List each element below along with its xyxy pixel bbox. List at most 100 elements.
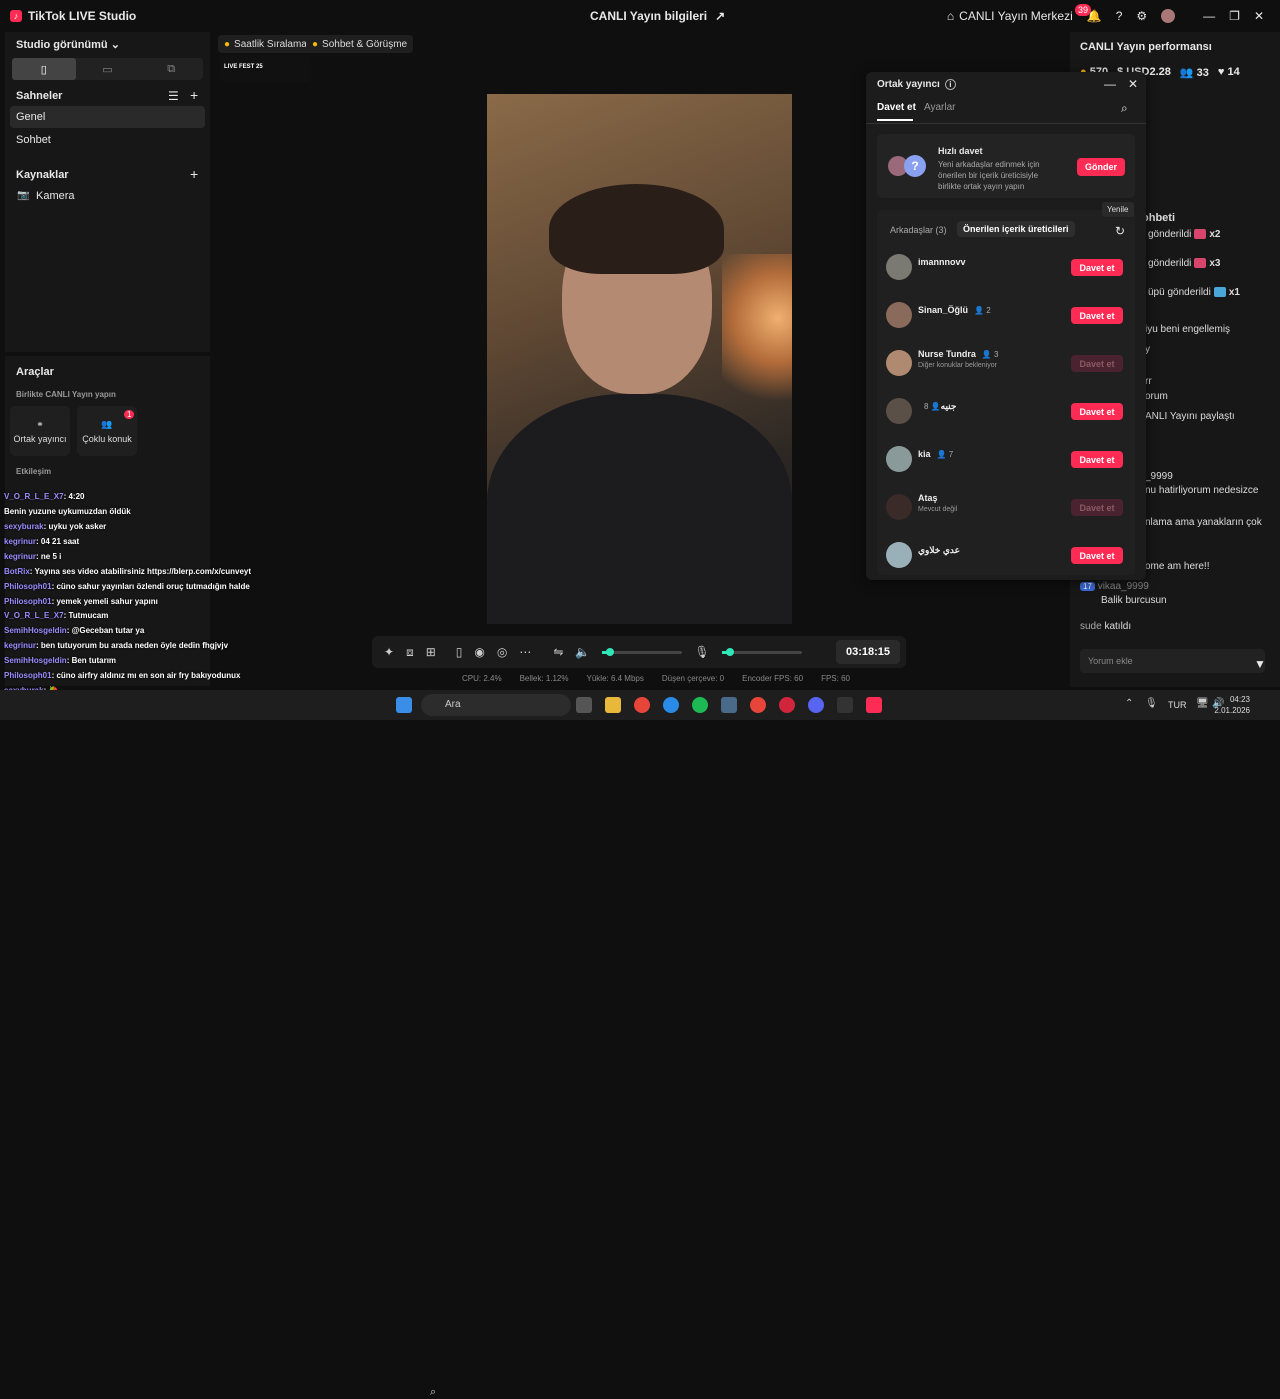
source-item-camera[interactable]: Kamera [10, 185, 205, 207]
steam-icon[interactable] [721, 697, 737, 713]
fire-icon: ● [224, 38, 231, 50]
comment-input[interactable]: Yorum ekle [1080, 649, 1265, 673]
spotify-icon[interactable] [692, 697, 708, 713]
tray-chevron-icon[interactable]: ⌃ [1125, 698, 1133, 709]
level-badge: 17 [1080, 582, 1095, 591]
tab-invite[interactable]: Davet et [877, 102, 916, 121]
help-icon[interactable]: ? [1116, 9, 1123, 23]
maximize-icon[interactable]: ❐ [1229, 9, 1240, 23]
volume-slider[interactable] [602, 647, 683, 656]
invite-button[interactable]: Davet et [1071, 547, 1123, 564]
clock[interactable]: 04:23 2.01.2026 [1214, 694, 1250, 716]
layout-icon[interactable]: ⧉ [139, 58, 203, 80]
tab-friends[interactable]: Arkadaşlar (3) [890, 225, 947, 235]
more-icon[interactable]: ⋯ [519, 645, 531, 659]
scenes-title: Sahneler [16, 90, 63, 102]
invite-button[interactable]: Davet et [1071, 499, 1123, 516]
language-indicator[interactable]: TUR [1168, 700, 1187, 710]
minimize-icon[interactable]: — [1203, 9, 1215, 23]
invite-button[interactable]: Davet et [1071, 451, 1123, 468]
invite-button[interactable]: Davet et [1071, 355, 1123, 372]
invite-button[interactable]: Davet et [1071, 307, 1123, 324]
list-icon[interactable]: ☰ [168, 89, 179, 103]
date: 2.01.2026 [1214, 706, 1250, 715]
chat-call-chip[interactable]: ● Sohbet & Görüşme [306, 35, 414, 53]
cohost-tool-button[interactable]: ⚭ Ortak yayıncı [10, 406, 70, 456]
overlay-message: : cüno airfry aldınız mı en son air fry … [51, 671, 241, 680]
overlay-username: SemihHosgeldin [4, 656, 67, 665]
landscape-icon[interactable]: ▭ [76, 58, 140, 80]
live-info-title[interactable]: CANLI Yayın bilgileri ↗ [590, 9, 725, 23]
send-button[interactable]: Gönder [1077, 158, 1125, 176]
avatar [886, 254, 912, 280]
mixer-icon[interactable]: ⇋ [553, 645, 563, 659]
overlay-message: : uyku yok asker [43, 522, 107, 531]
pause-icon[interactable]: ◎ [497, 645, 507, 659]
live-fest-banner[interactable]: LIVE FEST 25 [220, 56, 310, 82]
overlay-chat-line: BotRix: Yayına ses video atabilirsiniz h… [4, 567, 251, 576]
magic-icon[interactable]: ✦ [384, 645, 394, 659]
studio-view-dropdown[interactable]: Studio görünümü ⌄ [16, 38, 120, 51]
discord-icon[interactable] [808, 697, 824, 713]
overlay-username: SemihHosgeldin [4, 626, 67, 635]
file-explorer-icon[interactable] [605, 697, 621, 713]
gift-line: gönderildi x2 [1148, 229, 1221, 240]
tab-suggested[interactable]: Önerilen içerik üreticileri [957, 221, 1075, 237]
user-name: Sinan_Öğlü 👤 2 [918, 305, 991, 315]
hourly-ranking-chip[interactable]: ● Saatlik Sıralama [218, 35, 313, 53]
overlay-username: Philosoph01 [4, 671, 52, 680]
scene-item-sohbet[interactable]: Sohbet [10, 129, 205, 151]
encoder-fps-stat: Encoder FPS: 60 [742, 674, 804, 683]
app-icon[interactable] [750, 697, 766, 713]
settings-icon[interactable]: ⚙ [1136, 9, 1147, 23]
tab-settings[interactable]: Ayarlar [924, 102, 956, 113]
taskbar-search[interactable]: Ara [421, 694, 571, 716]
taskbar: Ara ⌕ ⌃ 🎙 TUR 🖥 🔊 04:23 2.01.2026 [0, 690, 1280, 1398]
phone-icon[interactable]: ▯ [456, 645, 463, 659]
search-icon[interactable]: ⌕ [1121, 101, 1128, 116]
title-bar: ♪ TikTok LIVE Studio CANLI Yayın bilgiler… [0, 0, 1280, 32]
user-name: جنيه👤 8 [924, 401, 957, 411]
chat-line: iyu beni engellemiş [1145, 324, 1231, 335]
close-icon[interactable]: ✕ [1128, 77, 1138, 91]
add-scene-icon[interactable]: + [190, 87, 198, 103]
tiktok-live-icon[interactable] [866, 697, 882, 713]
question-icon: ? [904, 155, 926, 177]
studio-view-label: Studio görünümü [16, 39, 108, 51]
invite-button[interactable]: Davet et [1071, 403, 1123, 420]
close-icon[interactable]: ✕ [1254, 9, 1264, 23]
chat-line: _9999 [1145, 471, 1173, 482]
record-icon[interactable]: ◉ [474, 645, 484, 659]
info-icon[interactable]: i [944, 79, 956, 90]
overlay-chat-line: SemihHosgeldin: @Geceban tutar ya [4, 626, 144, 635]
edge-icon[interactable] [663, 697, 679, 713]
opera-icon[interactable] [779, 697, 795, 713]
mic-slider[interactable] [721, 647, 802, 656]
refresh-icon[interactable]: ↻ [1115, 224, 1125, 238]
mic-icon[interactable]: 🎙 [1145, 698, 1158, 709]
scene-item-genel[interactable]: Genel [10, 106, 205, 128]
send-icon[interactable]: ▼ [1254, 657, 1266, 671]
speaker-icon[interactable]: 🔈 [575, 645, 590, 659]
fps-stat: FPS: 60 [821, 674, 850, 683]
add-source-icon[interactable]: + [190, 166, 198, 182]
minimize-icon[interactable]: — [1104, 77, 1116, 91]
app-icon[interactable] [837, 697, 853, 713]
chrome-icon[interactable] [634, 697, 650, 713]
overlay-message: : @Geceban tutar ya [66, 626, 145, 635]
windows-start-icon[interactable] [396, 697, 412, 713]
overlay-chat-line: Philosoph01: cüno airfry aldınız mı en s… [4, 671, 241, 680]
overlay-message: : yemek yemeli sahur yapını [51, 597, 158, 606]
live-center-button[interactable]: ⌂ CANLI Yayın Merkezi [947, 9, 1073, 23]
invite-button[interactable]: Davet et [1071, 259, 1123, 276]
join-line: sude katıldı [1080, 621, 1131, 632]
effects-icon[interactable]: ⧈ [406, 645, 414, 660]
orientation-toggle[interactable]: ▯ ▭ ⧉ [12, 58, 203, 80]
add-source-icon[interactable]: ⊞ [426, 645, 436, 659]
network-icon[interactable]: 🖥 [1196, 698, 1209, 709]
mic-icon[interactable]: 🎙 [694, 645, 709, 659]
portrait-icon[interactable]: ▯ [12, 58, 76, 80]
modal-title-label: Ortak yayıncı [877, 79, 940, 90]
avatar[interactable] [1161, 9, 1176, 23]
task-view-icon[interactable] [576, 697, 592, 713]
